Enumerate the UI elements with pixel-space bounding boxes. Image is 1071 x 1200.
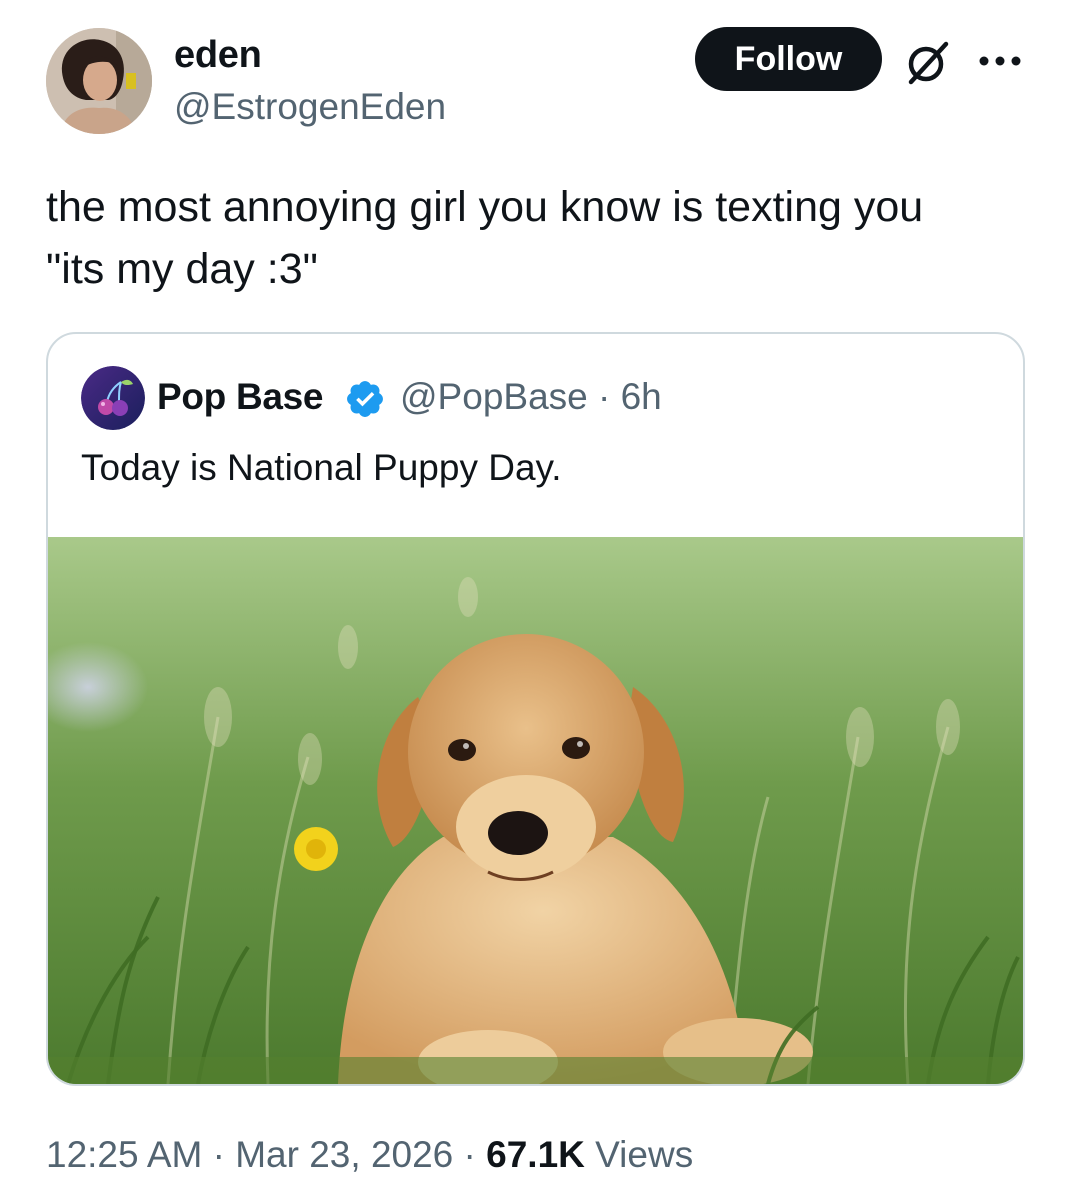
tweet: eden @EstrogenEden Follow the most annoy… [0,0,1071,1200]
author-avatar[interactable] [46,28,152,134]
quoted-author-avatar[interactable] [81,366,145,430]
avatar-photo [46,28,152,134]
tweet-text-line: the most annoying girl you know is texti… [46,183,924,231]
tweet-text-line: "its my day :3" [46,245,318,293]
verified-badge-icon [347,381,383,417]
views-label: Views [584,1134,694,1175]
author-display-name[interactable]: eden [174,34,262,77]
follow-button[interactable]: Follow [695,27,882,91]
grok-icon[interactable] [902,36,954,88]
author-handle[interactable]: @EstrogenEden [174,86,446,128]
quoted-display-name[interactable]: Pop Base [157,376,324,418]
tweet-text: the most annoying girl you know is texti… [46,176,1036,300]
tweet-meta: 12:25 AM · Mar 23, 2026 · 67.1K Views [46,1134,693,1176]
quoted-handle-time[interactable]: @PopBase · 6h [400,376,662,418]
cherry-avatar-icon [81,366,145,430]
more-icon[interactable] [976,46,1024,76]
meta-separator: · [453,1134,487,1175]
tweet-time[interactable]: 12:25 AM [46,1134,202,1175]
puppy-photo[interactable] [48,537,1023,1084]
quoted-text: Today is National Puppy Day. [81,447,562,488]
meta-separator: · [202,1134,236,1175]
quoted-tweet-card[interactable]: Pop Base @PopBase · 6h Today is National… [46,332,1025,1086]
tweet-date[interactable]: Mar 23, 2026 [235,1134,453,1175]
views-count[interactable]: 67.1K [486,1134,585,1175]
